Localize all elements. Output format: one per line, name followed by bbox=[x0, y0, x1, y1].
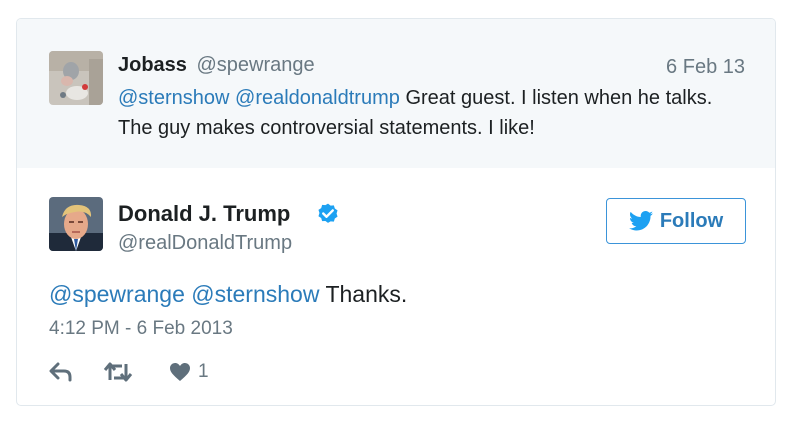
mention-link[interactable]: @sternshow bbox=[191, 281, 319, 307]
parent-tweet-text: @sternshow @realdonaldtrump Great guest.… bbox=[118, 83, 738, 143]
follow-label: Follow bbox=[659, 209, 724, 232]
mention-link[interactable]: @realdonaldtrump bbox=[235, 87, 400, 109]
main-avatar[interactable] bbox=[49, 197, 103, 251]
parent-avatar[interactable] bbox=[49, 51, 103, 105]
parent-author-handle[interactable]: @spewrange bbox=[197, 54, 315, 76]
tweet-timestamp[interactable]: 4:12 PM - 6 Feb 2013 bbox=[49, 317, 233, 341]
main-author-name[interactable]: Donald J. Trump bbox=[118, 201, 290, 227]
parent-author[interactable]: Jobass @spewrange bbox=[118, 53, 315, 77]
parent-tweet[interactable]: Jobass @spewrange 6 Feb 13 @sternshow @r… bbox=[17, 19, 775, 168]
follow-button[interactable]: Follow bbox=[606, 198, 746, 244]
main-author-handle[interactable]: @realDonaldTrump bbox=[118, 231, 292, 255]
heart-icon[interactable] bbox=[169, 362, 191, 382]
embedded-tweet-card: Jobass @spewrange 6 Feb 13 @sternshow @r… bbox=[16, 18, 776, 406]
mention-link[interactable]: @sternshow bbox=[118, 87, 229, 109]
mention-link[interactable]: @spewrange bbox=[49, 281, 185, 307]
main-tweet-body: Thanks. bbox=[325, 281, 408, 307]
like-count[interactable]: 1 bbox=[198, 361, 209, 383]
main-tweet-text: @spewrange @sternshow Thanks. bbox=[49, 279, 407, 309]
parent-tweet-date[interactable]: 6 Feb 13 bbox=[666, 55, 745, 79]
retweet-icon[interactable] bbox=[103, 361, 133, 383]
verified-badge-icon bbox=[315, 202, 341, 228]
reply-icon[interactable] bbox=[49, 362, 73, 382]
tweet-actions: 1 bbox=[49, 359, 209, 385]
bird-icon bbox=[628, 211, 653, 231]
parent-author-name[interactable]: Jobass bbox=[118, 54, 187, 76]
